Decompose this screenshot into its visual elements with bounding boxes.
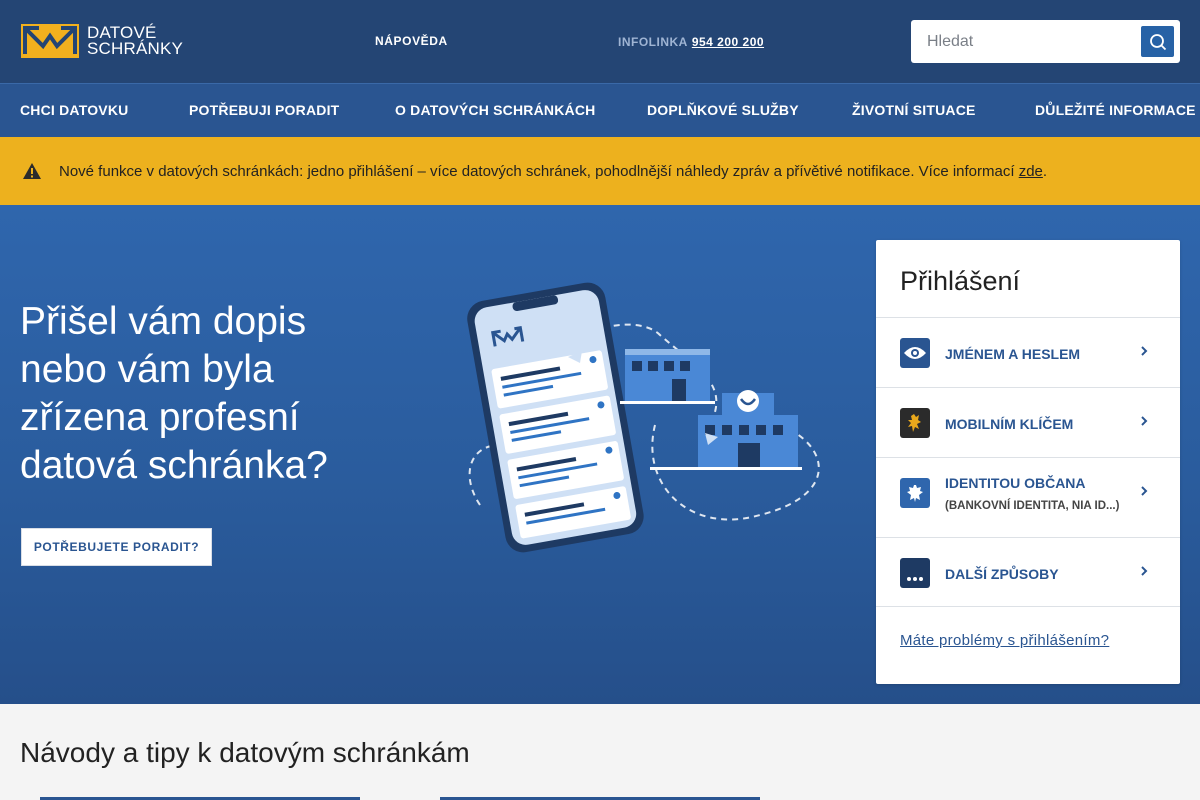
infoline: INFOLINKA 954 200 200 bbox=[618, 35, 764, 49]
alert-banner: Nové funkce v datových schránkách: jedno… bbox=[0, 137, 1200, 205]
guides-title: Návody a tipy k datovým schránkám bbox=[20, 737, 470, 768]
login-problem-link[interactable]: Máte problémy s přihlášením? bbox=[900, 632, 1109, 649]
logo-mark-icon bbox=[21, 24, 79, 58]
hero-title: Přišel vám dopis nebo vám byla zřízena p… bbox=[20, 300, 328, 487]
alert-end: . bbox=[1042, 163, 1048, 180]
alert-message: Nové funkce v datových schránkách: jedno… bbox=[59, 163, 1019, 180]
more-dots-icon bbox=[900, 558, 930, 588]
alert-link[interactable]: zde bbox=[1019, 163, 1043, 180]
login-option-other[interactable]: DALŠÍ ZPŮSOBY bbox=[876, 537, 1180, 607]
warning-icon bbox=[23, 163, 41, 179]
chevron-right-icon bbox=[1141, 416, 1148, 426]
nav-item-zivotni-situace[interactable]: ŽIVOTNÍ SITUACE bbox=[852, 102, 976, 118]
site-logo[interactable]: DATOVÉ SCHRÁNKY bbox=[21, 24, 183, 58]
nav-item-dulezite-informace[interactable]: DŮLEŽITÉ INFORMACE bbox=[1035, 102, 1196, 118]
chevron-right-icon bbox=[1141, 346, 1148, 356]
login-title: Přihlášení bbox=[900, 266, 1021, 296]
infoline-phone-link[interactable]: 954 200 200 bbox=[692, 35, 764, 49]
login-option-mobile-key-label: MOBILNÍM KLÍČEM bbox=[945, 416, 1074, 432]
nav-item-chci-datovku[interactable]: CHCI DATOVKU bbox=[20, 102, 128, 118]
infoline-label: INFOLINKA bbox=[618, 35, 688, 49]
logo-line2: SCHRÁNKY bbox=[87, 39, 184, 58]
login-option-citizen-identity[interactable]: IDENTITOU OBČANA (BANKOVNÍ IDENTITA, NIA… bbox=[876, 457, 1180, 527]
help-link[interactable]: NÁPOVĚDA bbox=[375, 34, 448, 48]
login-option-citizen-identity-label: IDENTITOU OBČANA bbox=[945, 475, 1086, 491]
nav-item-potrebuji-poradit[interactable]: POTŘEBUJI PORADIT bbox=[189, 102, 339, 118]
nav-item-doplnkove-sluzby[interactable]: DOPLŇKOVÉ SLUŽBY bbox=[647, 102, 799, 118]
search-button[interactable] bbox=[1141, 26, 1174, 57]
nav-item-o-datovych-schrankach[interactable]: O DATOVÝCH SCHRÁNKÁCH bbox=[395, 102, 595, 118]
login-option-other-label: DALŠÍ ZPŮSOBY bbox=[945, 566, 1059, 582]
hero-section: Přišel vám dopis nebo vám byla zřízena p… bbox=[0, 205, 1200, 704]
czech-lion-icon bbox=[900, 408, 930, 438]
alert-text: Nové funkce v datových schránkách: jedno… bbox=[59, 163, 1047, 180]
search-input[interactable] bbox=[911, 20, 1136, 63]
need-advice-button[interactable]: POTŘEBUJETE PORADIT? bbox=[21, 528, 212, 566]
login-panel: Přihlášení JMÉNEM A HESLEM MOBILNÍM KLÍČ… bbox=[876, 240, 1180, 684]
site-header: DATOVÉ SCHRÁNKY NÁPOVĚDA INFOLINKA 954 20… bbox=[0, 0, 1200, 83]
login-option-password[interactable]: JMÉNEM A HESLEM bbox=[876, 317, 1180, 387]
phone-illustration bbox=[467, 282, 820, 553]
eye-icon bbox=[900, 338, 930, 368]
chevron-right-icon bbox=[1141, 566, 1148, 576]
main-nav: CHCI DATOVKU POTŘEBUJI PORADIT O DATOVÝC… bbox=[0, 83, 1200, 137]
login-option-citizen-identity-sub: (BANKOVNÍ IDENTITA, NIA ID...) bbox=[945, 500, 1120, 512]
search-icon bbox=[1149, 33, 1166, 50]
login-option-mobile-key[interactable]: MOBILNÍM KLÍČEM bbox=[876, 387, 1180, 457]
moravian-eagle-icon bbox=[900, 478, 930, 508]
login-option-password-label: JMÉNEM A HESLEM bbox=[945, 346, 1081, 362]
chevron-right-icon bbox=[1141, 486, 1148, 496]
logo-text: DATOVÉ SCHRÁNKY bbox=[87, 24, 184, 58]
search-box bbox=[911, 20, 1180, 63]
